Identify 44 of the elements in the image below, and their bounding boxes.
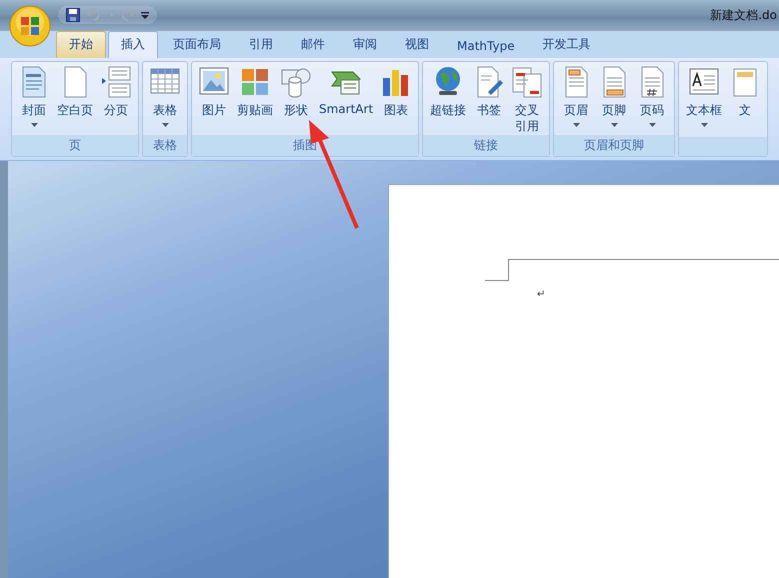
- ribbon-tab[interactable]: 邮件: [288, 31, 338, 58]
- group-label: 页眉和页脚: [554, 135, 674, 156]
- ribbon-button[interactable]: 分页: [98, 65, 134, 120]
- ribbon-button[interactable]: 图片: [196, 65, 232, 120]
- page-break-icon: [101, 66, 131, 98]
- dropdown-caret-icon: [610, 123, 618, 127]
- ribbon-tab[interactable]: 审阅: [340, 31, 390, 58]
- cross-reference-icon: [512, 66, 542, 98]
- ribbon-tab[interactable]: 页面布局: [160, 31, 234, 58]
- ribbon-tab[interactable]: 视图: [392, 31, 442, 58]
- ribbon-tab[interactable]: 开始: [56, 31, 106, 58]
- save-icon[interactable]: [66, 8, 80, 22]
- ribbon-tab[interactable]: 插入: [108, 31, 158, 58]
- ribbon-button[interactable]: 空白页: [54, 65, 96, 120]
- shapes-icon: [281, 66, 311, 98]
- ribbon-button[interactable]: 形状: [278, 65, 314, 120]
- window-title: 新建文档.do: [710, 6, 777, 24]
- ribbon-tab[interactable]: 引用: [236, 31, 286, 58]
- customize-caret-icon[interactable]: [141, 12, 149, 18]
- ribbon-tab[interactable]: 开发工具: [530, 31, 604, 58]
- ribbon-button[interactable]: SmartArt: [316, 65, 376, 117]
- ribbon-button[interactable]: 封面: [16, 65, 52, 128]
- group-label: 链接: [423, 135, 550, 156]
- ribbon-button[interactable]: 交叉引用: [509, 65, 546, 136]
- dropdown-caret-icon: [30, 123, 38, 127]
- dropdown-caret-icon: [648, 123, 656, 127]
- ribbon-button[interactable]: 页脚: [596, 65, 632, 128]
- ribbon-button[interactable]: 超链接: [427, 65, 470, 120]
- group-label: 页: [12, 135, 138, 156]
- dropdown-caret-icon: [572, 123, 580, 127]
- dropdown-caret-icon: [162, 123, 168, 127]
- ribbon-tab[interactable]: MathType: [444, 34, 528, 58]
- group-label: 表格: [143, 135, 187, 156]
- ribbon-button[interactable]: 表格: [147, 65, 183, 128]
- dropdown-caret-icon: [700, 123, 708, 127]
- ribbon-button[interactable]: 文本框: [683, 65, 726, 128]
- ribbon-button[interactable]: 页码: [634, 65, 670, 128]
- ribbon-button[interactable]: 页眉: [558, 65, 594, 128]
- ribbon-button[interactable]: 书签: [471, 65, 508, 120]
- ribbon-button[interactable]: 文: [727, 65, 764, 120]
- ribbon-button[interactable]: 图表: [378, 65, 414, 120]
- paragraph-mark: ↵: [537, 289, 546, 300]
- clip-art-icon: [240, 66, 270, 98]
- ribbon-button[interactable]: 剪贴画: [234, 65, 276, 120]
